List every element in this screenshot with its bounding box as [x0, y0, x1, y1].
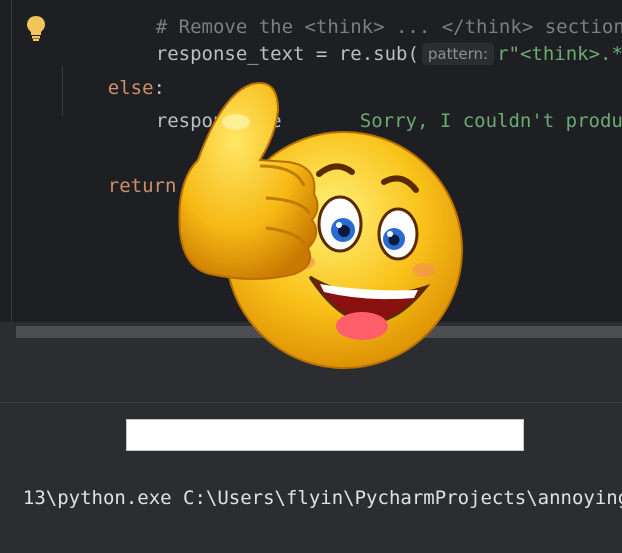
thumbs-up-smiley-icon — [178, 82, 463, 369]
console-command-text: 13\python.exe C:\Users\flyin\PycharmProj… — [22, 487, 622, 509]
lightbulb-icon[interactable] — [24, 14, 48, 42]
console-command-line: 13\python.exe C:\Users\flyin\PycharmProj… — [0, 459, 622, 511]
gutter-border — [11, 0, 12, 330]
overlay-white-box — [126, 419, 524, 451]
regex-string: r"<think>.*?< — [497, 43, 622, 65]
